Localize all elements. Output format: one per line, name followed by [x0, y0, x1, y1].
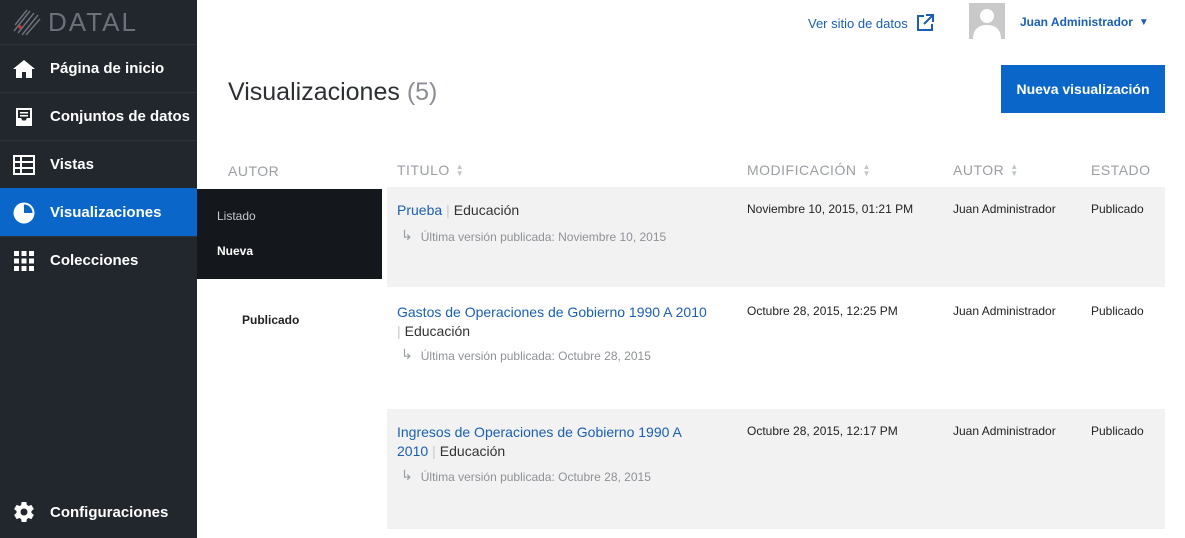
author-name: Juan Administrador [953, 304, 1056, 318]
caret-down-icon: ▼ [1138, 16, 1149, 28]
last-published-version: ↳ Última versión publicada: Octubre 28, … [401, 467, 651, 484]
separator: | [446, 202, 450, 218]
status-badge: Publicado [1091, 424, 1144, 438]
category-label: Educación [404, 323, 471, 339]
datal-logo-icon [13, 9, 41, 36]
modified-date: Octubre 28, 2015, 12:17 PM [747, 424, 898, 438]
user-name: Juan Administrador [1020, 15, 1133, 29]
filter-autor-heading: AUTOR [228, 163, 280, 179]
visualizaciones-submenu: Listado Nueva [197, 189, 382, 279]
sidebar-item-colecciones[interactable]: Colecciones [0, 236, 197, 284]
column-header-label: ESTADO [1091, 162, 1151, 178]
column-header-label: AUTOR [953, 162, 1005, 178]
column-header-titulo[interactable]: TITULO ▲ ▼ [397, 162, 464, 178]
last-published-version: ↳ Última versión publicada: Noviembre 10… [401, 227, 666, 244]
column-header-modificacion[interactable]: MODIFICACIÓN ▲ ▼ [747, 162, 871, 178]
column-header-estado: ESTADO [1091, 162, 1151, 178]
sidebar: DATAL Página de inicio Conjuntos de dato… [0, 0, 197, 538]
modified-date: Noviembre 10, 2015, 01:21 PM [747, 202, 914, 216]
brand-logo[interactable]: DATAL [0, 0, 197, 44]
modified-date: Octubre 28, 2015, 12:25 PM [747, 304, 898, 318]
column-header-label: MODIFICACIÓN [747, 162, 857, 178]
visualization-title-link[interactable]: Gastos de Operaciones de Gobierno 1990 A… [397, 304, 707, 320]
avatar[interactable] [969, 3, 1005, 39]
return-arrow-icon: ↳ [401, 346, 413, 362]
brand-name: DATAL [48, 6, 138, 37]
sort-icon: ▲ ▼ [862, 162, 871, 178]
sidebar-item-label: Página de inicio [50, 60, 165, 77]
sidebar-item-vistas[interactable]: Vistas [0, 140, 197, 188]
new-visualization-button[interactable]: Nueva visualización [1001, 65, 1165, 113]
table-row[interactable]: Gastos de Operaciones de Gobierno 1990 A… [387, 289, 1165, 407]
inbox-icon [12, 105, 36, 129]
category-label: Educación [453, 202, 520, 218]
page-title-count: (5) [406, 78, 438, 106]
column-header-label: TITULO [397, 162, 450, 178]
row-title-cell: Ingresos de Operaciones de Gobierno 1990… [397, 423, 717, 461]
author-name: Juan Administrador [953, 202, 1056, 216]
separator: | [397, 323, 401, 339]
sidebar-item-configuraciones[interactable]: Configuraciones [0, 488, 197, 536]
user-silhouette-icon [973, 9, 1001, 39]
submenu-item-listado[interactable]: Listado [217, 209, 256, 223]
table-row[interactable]: Prueba | Educación ↳ Última versión public… [387, 187, 1165, 287]
home-icon [12, 57, 36, 81]
view-data-site-link[interactable]: Ver sitio de datos [808, 14, 934, 32]
table-row[interactable]: Ingresos de Operaciones de Gobierno 1990… [387, 409, 1165, 529]
sidebar-item-datasets[interactable]: Conjuntos de datos [0, 92, 197, 140]
table-icon [12, 153, 36, 177]
sidebar-item-label: Colecciones [50, 252, 139, 269]
user-menu[interactable]: Juan Administrador ▼ [1020, 15, 1149, 29]
gear-icon [12, 500, 36, 524]
last-published-text: Última versión publicada: Octubre 28, 20… [420, 349, 651, 363]
view-data-site-label: Ver sitio de datos [808, 15, 908, 31]
column-header-autor[interactable]: AUTOR ▲ ▼ [953, 162, 1019, 178]
external-link-icon [916, 14, 934, 31]
last-published-text: Última versión publicada: Octubre 28, 20… [420, 470, 651, 484]
row-title-cell: Gastos de Operaciones de Gobierno 1990 A… [397, 303, 727, 341]
grid-icon [12, 249, 36, 273]
submenu-item-nueva[interactable]: Nueva [217, 244, 253, 258]
filter-estado-publicado[interactable]: Publicado [242, 313, 299, 327]
separator: | [432, 443, 436, 459]
return-arrow-icon: ↳ [401, 227, 413, 243]
sidebar-item-label: Vistas [50, 156, 94, 173]
sidebar-item-label: Conjuntos de datos [50, 108, 190, 125]
page-title-text: Visualizaciones [228, 78, 400, 106]
sidebar-item-label: Visualizaciones [50, 204, 162, 221]
sort-icon: ▲ ▼ [1010, 162, 1019, 178]
author-name: Juan Administrador [953, 424, 1056, 438]
status-badge: Publicado [1091, 304, 1144, 318]
pie-chart-icon [12, 201, 36, 225]
sidebar-item-home[interactable]: Página de inicio [0, 44, 197, 92]
sort-icon: ▲ ▼ [455, 162, 465, 178]
return-arrow-icon: ↳ [401, 467, 413, 483]
sidebar-item-visualizaciones[interactable]: Visualizaciones [0, 188, 197, 236]
sidebar-item-label: Configuraciones [50, 503, 169, 521]
status-badge: Publicado [1091, 202, 1144, 216]
visualization-title-link[interactable]: Prueba [397, 202, 442, 218]
last-published-version: ↳ Última versión publicada: Octubre 28, … [401, 346, 651, 363]
page-title: Visualizaciones (5) [228, 78, 437, 107]
category-label: Educación [439, 443, 506, 459]
row-title-cell: Prueba | Educación [397, 201, 727, 220]
last-published-text: Última versión publicada: Noviembre 10, … [420, 230, 667, 244]
